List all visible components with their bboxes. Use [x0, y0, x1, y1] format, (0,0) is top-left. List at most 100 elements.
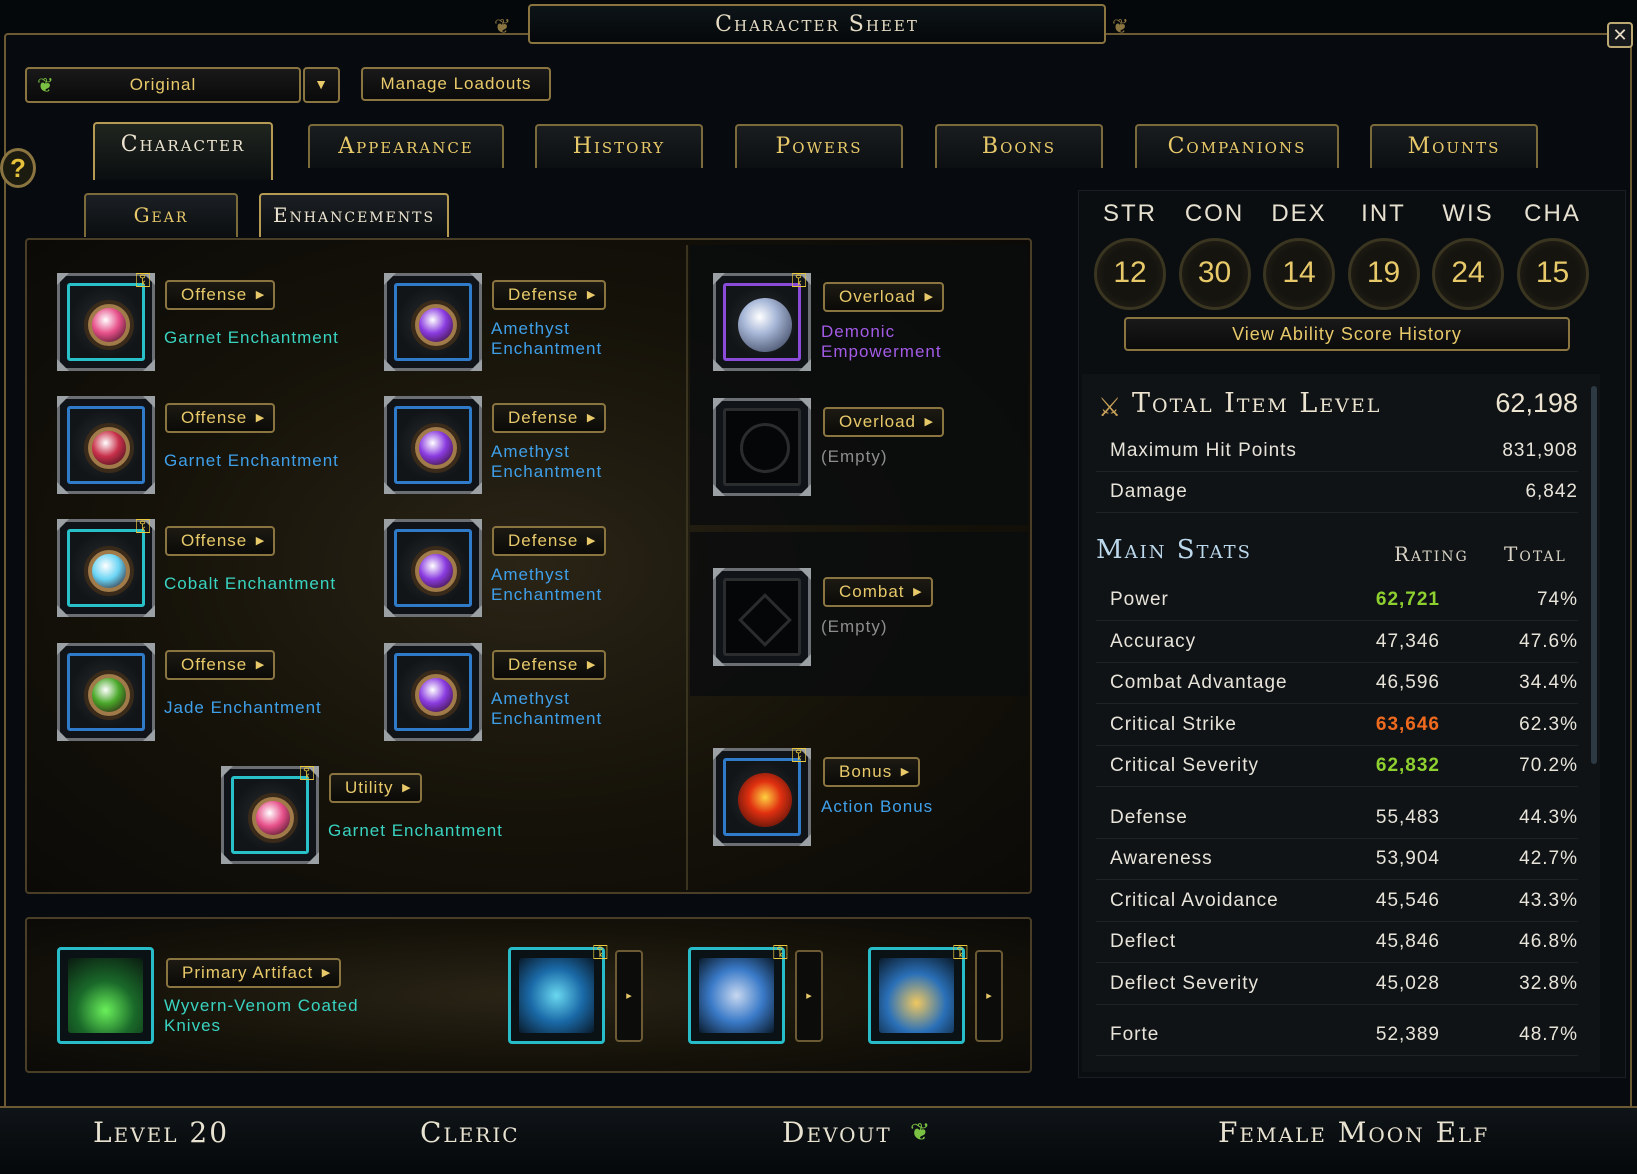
slot-type-utility[interactable]: Utility ▶: [329, 773, 422, 803]
lock-icon: ⚿: [952, 942, 968, 964]
enchantment-slot[interactable]: [57, 396, 155, 494]
chevron-right-icon: ▶: [586, 535, 597, 547]
enchantment-slot[interactable]: ⚿: [221, 763, 319, 864]
slot-corner: [470, 643, 482, 655]
slot-corner: [143, 643, 155, 655]
tab-history[interactable]: History: [535, 124, 703, 168]
tab-boons[interactable]: Boons: [935, 124, 1103, 168]
slot-type-offense[interactable]: Offense ▶: [165, 280, 276, 310]
chip-label: Overload: [839, 287, 916, 306]
crossbow-artifact-slot[interactable]: ⚿: [508, 942, 608, 1044]
chip-label: Defense: [508, 531, 579, 550]
enchantment-slot[interactable]: [384, 273, 482, 371]
panel-divider: [686, 245, 688, 890]
slot-type-offense[interactable]: Offense ▶: [165, 403, 276, 433]
slot-type-offense[interactable]: Offense ▶: [165, 650, 276, 680]
enchantment-name: Amethyst Enchantment: [491, 442, 603, 481]
slot-type-defense[interactable]: Defense ▶: [492, 526, 607, 556]
help-button[interactable]: ?: [0, 148, 36, 188]
banner-artifact-slot[interactable]: ⚿: [868, 942, 968, 1044]
primary-artifact-slot[interactable]: [57, 947, 154, 1044]
enchantment-name: Garnet Enchantment: [328, 821, 503, 840]
stat-label: Maximum Hit Points: [1110, 440, 1297, 461]
ornament-right-icon: ❦: [1112, 16, 1129, 38]
enchantment-slot[interactable]: [384, 396, 482, 494]
tab-powers[interactable]: Powers: [735, 124, 903, 168]
slot-corner: [470, 482, 482, 494]
footer-class: Cleric: [420, 1116, 520, 1149]
slot-type-defense[interactable]: Defense ▶: [492, 403, 607, 433]
gem-icon: [415, 674, 457, 716]
slot-corner: [470, 396, 482, 408]
enchantment-slot[interactable]: ⚿: [57, 516, 155, 617]
tab-mounts[interactable]: Mounts: [1370, 124, 1538, 168]
view-ability-history-button[interactable]: View Ability Score History: [1124, 317, 1570, 351]
slot-type-overload[interactable]: Overload ▶: [823, 282, 944, 312]
lock-icon: ⚿: [135, 516, 151, 538]
enchantment-name: Garnet Enchantment: [164, 328, 339, 347]
enchantment-name: Amethyst Enchantment: [491, 689, 603, 728]
manage-loadouts-button[interactable]: Manage Loadouts: [361, 67, 551, 101]
gem-icon: [415, 427, 457, 469]
stat-rating: 47,346: [1375, 631, 1440, 652]
enchantment-slot[interactable]: [713, 568, 811, 666]
tab-companions[interactable]: Companions: [1135, 124, 1339, 168]
ability-score-con: 30: [1178, 238, 1251, 310]
chevron-down-icon[interactable]: ▼: [303, 67, 340, 103]
artifact-expand-arrow[interactable]: ▸: [615, 950, 643, 1042]
slot-type-defense[interactable]: Defense ▶: [492, 650, 607, 680]
stat-row: Deflect Severity 45,028 32.8%: [1096, 965, 1578, 1005]
lock-icon: ⚿: [791, 745, 807, 767]
primary-artifact-label[interactable]: Primary Artifact ▶: [166, 958, 342, 988]
slot-frame: [723, 408, 801, 486]
stat-row: Maximum Hit Points 831,908: [1096, 432, 1578, 472]
tab-character[interactable]: Character: [93, 122, 273, 180]
slot-type-combat[interactable]: Combat ▶: [823, 577, 933, 607]
ability-name-int: INT: [1361, 200, 1406, 227]
artifact-expand-arrow[interactable]: ▸: [795, 950, 823, 1042]
tab-appearance[interactable]: Appearance: [308, 124, 504, 168]
slot-corner: [143, 482, 155, 494]
artifact-expand-arrow[interactable]: ▸: [975, 950, 1003, 1042]
enchantment-slot[interactable]: ⚿: [57, 270, 155, 371]
slot-type-overload[interactable]: Overload ▶: [823, 407, 944, 437]
lock-icon: ⚿: [772, 942, 788, 964]
stat-row: Accuracy 47,346 47.6%: [1096, 623, 1578, 663]
stat-row: Forte 52,389 48.7%: [1096, 1016, 1578, 1056]
slot-frame: [67, 406, 145, 484]
close-button[interactable]: ✕: [1607, 22, 1633, 48]
footer-paragon: Devout: [782, 1116, 892, 1149]
stat-label: Critical Severity: [1110, 755, 1259, 776]
slot-type-defense[interactable]: Defense ▶: [492, 280, 607, 310]
chip-label: Offense: [181, 655, 248, 674]
stat-rating: 46,596: [1375, 672, 1440, 693]
subtab-gear[interactable]: Gear: [84, 193, 238, 237]
stat-row: Critical Avoidance 45,546 43.3%: [1096, 882, 1578, 922]
subtab-enhancements[interactable]: Enhancements: [259, 193, 449, 237]
stats-scrollbar[interactable]: [1591, 386, 1597, 764]
knives-icon: [68, 958, 143, 1033]
loadout-select[interactable]: ❦ Original: [25, 67, 301, 103]
chip-label: Offense: [181, 408, 248, 427]
gem-icon: [88, 427, 130, 469]
enchantment-slot[interactable]: ⚿: [713, 745, 811, 846]
demonic-orb-icon: [738, 298, 792, 352]
chevron-right-icon: ▶: [924, 291, 934, 303]
enchantment-slot[interactable]: ⚿: [713, 270, 811, 371]
chevron-right-icon: ▶: [321, 967, 332, 979]
slot-type-offense[interactable]: Offense ▶: [165, 526, 276, 556]
enchantment-slot[interactable]: [57, 643, 155, 741]
slot-corner: [799, 654, 811, 666]
slot-type-bonus[interactable]: Bonus ▶: [823, 757, 921, 787]
item-level-label: Total Item Level: [1132, 388, 1382, 419]
enchantment-slot[interactable]: [713, 398, 811, 496]
slot-corner: [384, 729, 396, 741]
enchantment-slot[interactable]: [384, 519, 482, 617]
stat-label: Damage: [1110, 481, 1188, 502]
chevron-right-icon: ▶: [255, 412, 266, 424]
enchantment-slot[interactable]: [384, 643, 482, 741]
empty-slot-icon: [738, 593, 792, 647]
medallion-artifact-slot[interactable]: ⚿: [688, 942, 788, 1044]
slot-corner: [57, 359, 69, 371]
stat-total: 34.4%: [1519, 672, 1578, 693]
